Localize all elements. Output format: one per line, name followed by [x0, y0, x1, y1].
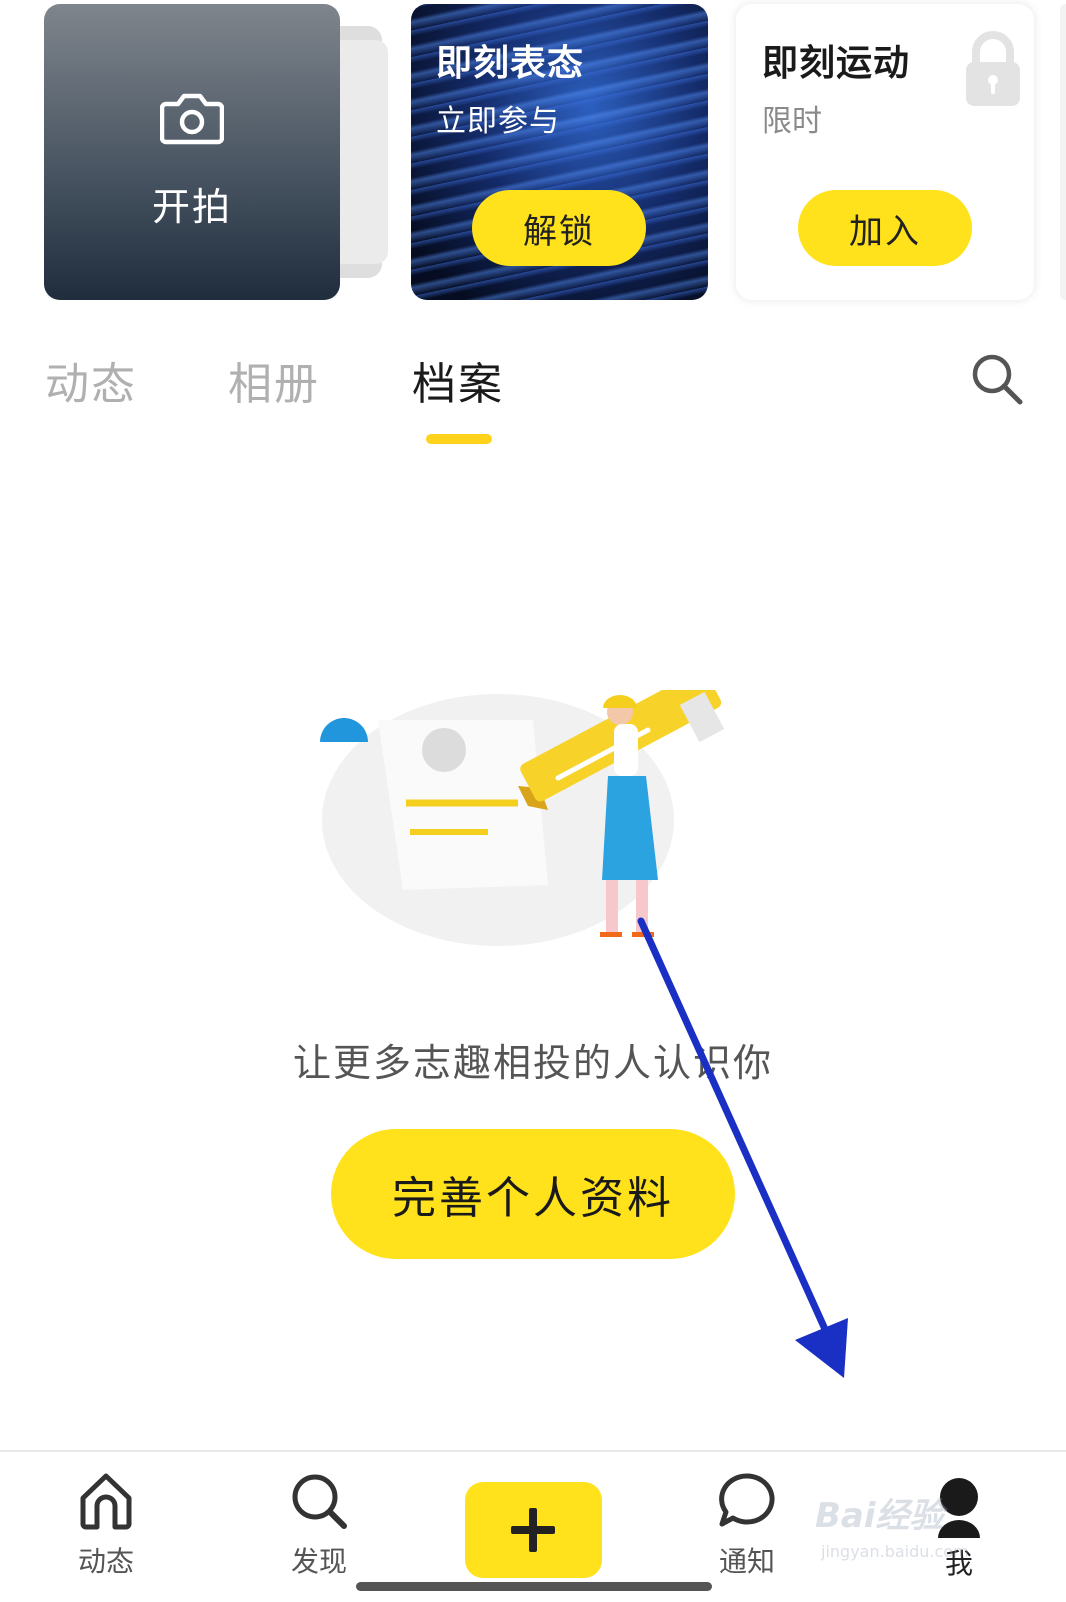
join-button[interactable]: 加入: [798, 190, 972, 266]
tab-profile[interactable]: 档案: [412, 348, 504, 412]
nav-label-discover: 发现: [290, 1545, 347, 1578]
create-post-button[interactable]: [465, 1482, 602, 1578]
camera-icon: [160, 93, 224, 145]
next-card-edge: [1060, 4, 1066, 300]
shoot-card[interactable]: 开拍: [44, 4, 340, 300]
express-title: 即刻表态: [436, 43, 585, 84]
nav-item-feed[interactable]: 动态: [46, 1470, 166, 1580]
watermark: Bai经验 jingyan.baidu.com: [815, 1482, 1015, 1582]
sport-subtitle: 限时: [762, 104, 822, 139]
empty-state-illustration: [320, 690, 725, 946]
unlock-button[interactable]: 解锁: [472, 190, 646, 266]
plus-icon-vertical: [529, 1508, 537, 1552]
lock-icon: [966, 31, 1020, 106]
watermark-url: jingyan.baidu.com: [821, 1542, 969, 1561]
sport-title: 即刻运动: [762, 43, 911, 84]
tab-feed[interactable]: 动态: [45, 348, 137, 412]
empty-state-message: 让更多志趣相投的人认识你: [292, 1041, 773, 1085]
watermark-text: Bai经验: [815, 1496, 944, 1536]
nav-label-feed: 动态: [77, 1545, 134, 1578]
home-indicator: [356, 1582, 712, 1591]
shoot-label: 开拍: [151, 185, 232, 229]
home-icon: [80, 1473, 132, 1530]
tab-album[interactable]: 相册: [228, 348, 320, 412]
nav-item-discover[interactable]: 发现: [259, 1470, 379, 1580]
search-icon[interactable]: [970, 352, 1024, 406]
sport-card[interactable]: 即刻运动 限时 加入: [736, 4, 1034, 300]
complete-profile-button[interactable]: 完善个人资料: [331, 1129, 735, 1259]
nav-label-notifications: 通知: [718, 1545, 775, 1578]
express-subtitle: 立即参与: [436, 104, 560, 139]
active-tab-indicator: [426, 434, 492, 444]
nav-item-notifications[interactable]: 通知: [687, 1470, 807, 1580]
search-icon: [292, 1474, 347, 1529]
express-card[interactable]: 即刻表态 立即参与 解锁: [411, 4, 708, 300]
chat-bubble-icon: [719, 1473, 775, 1527]
